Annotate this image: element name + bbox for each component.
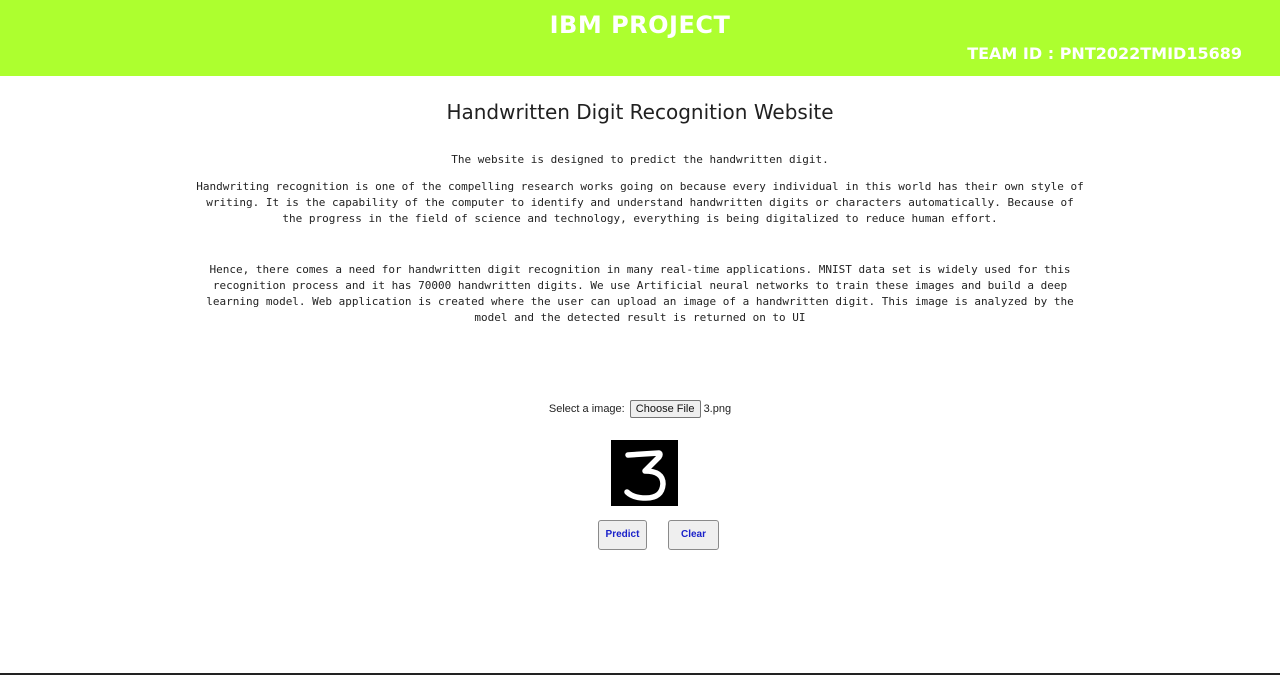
method-paragraph: Hence, there comes a need for handwritte… bbox=[206, 263, 1074, 324]
digit-image bbox=[611, 440, 678, 506]
page: IBM PROJECT TEAM ID : PNT2022TMID15689 H… bbox=[0, 0, 1280, 675]
uploaded-image-preview bbox=[611, 440, 678, 506]
team-id-label: TEAM ID : PNT2022TMID15689 bbox=[967, 44, 1242, 63]
intro-paragraph: The website is designed to predict the h… bbox=[451, 153, 829, 166]
choose-file-button[interactable]: Choose File bbox=[629, 400, 701, 418]
clear-button[interactable]: Clear bbox=[668, 520, 719, 550]
upload-row: Select a image: Choose File 3.png bbox=[0, 400, 1280, 418]
header-bar: IBM PROJECT TEAM ID : PNT2022TMID15689 bbox=[0, 0, 1280, 76]
predict-button[interactable]: Predict bbox=[598, 520, 647, 550]
page-heading: Handwritten Digit Recognition Website bbox=[446, 100, 834, 124]
project-title: IBM PROJECT bbox=[549, 11, 731, 39]
upload-label: Select a image: bbox=[548, 403, 625, 415]
description-paragraph: Handwriting recognition is one of the co… bbox=[196, 180, 1084, 225]
selected-file-name: 3.png bbox=[703, 403, 732, 415]
